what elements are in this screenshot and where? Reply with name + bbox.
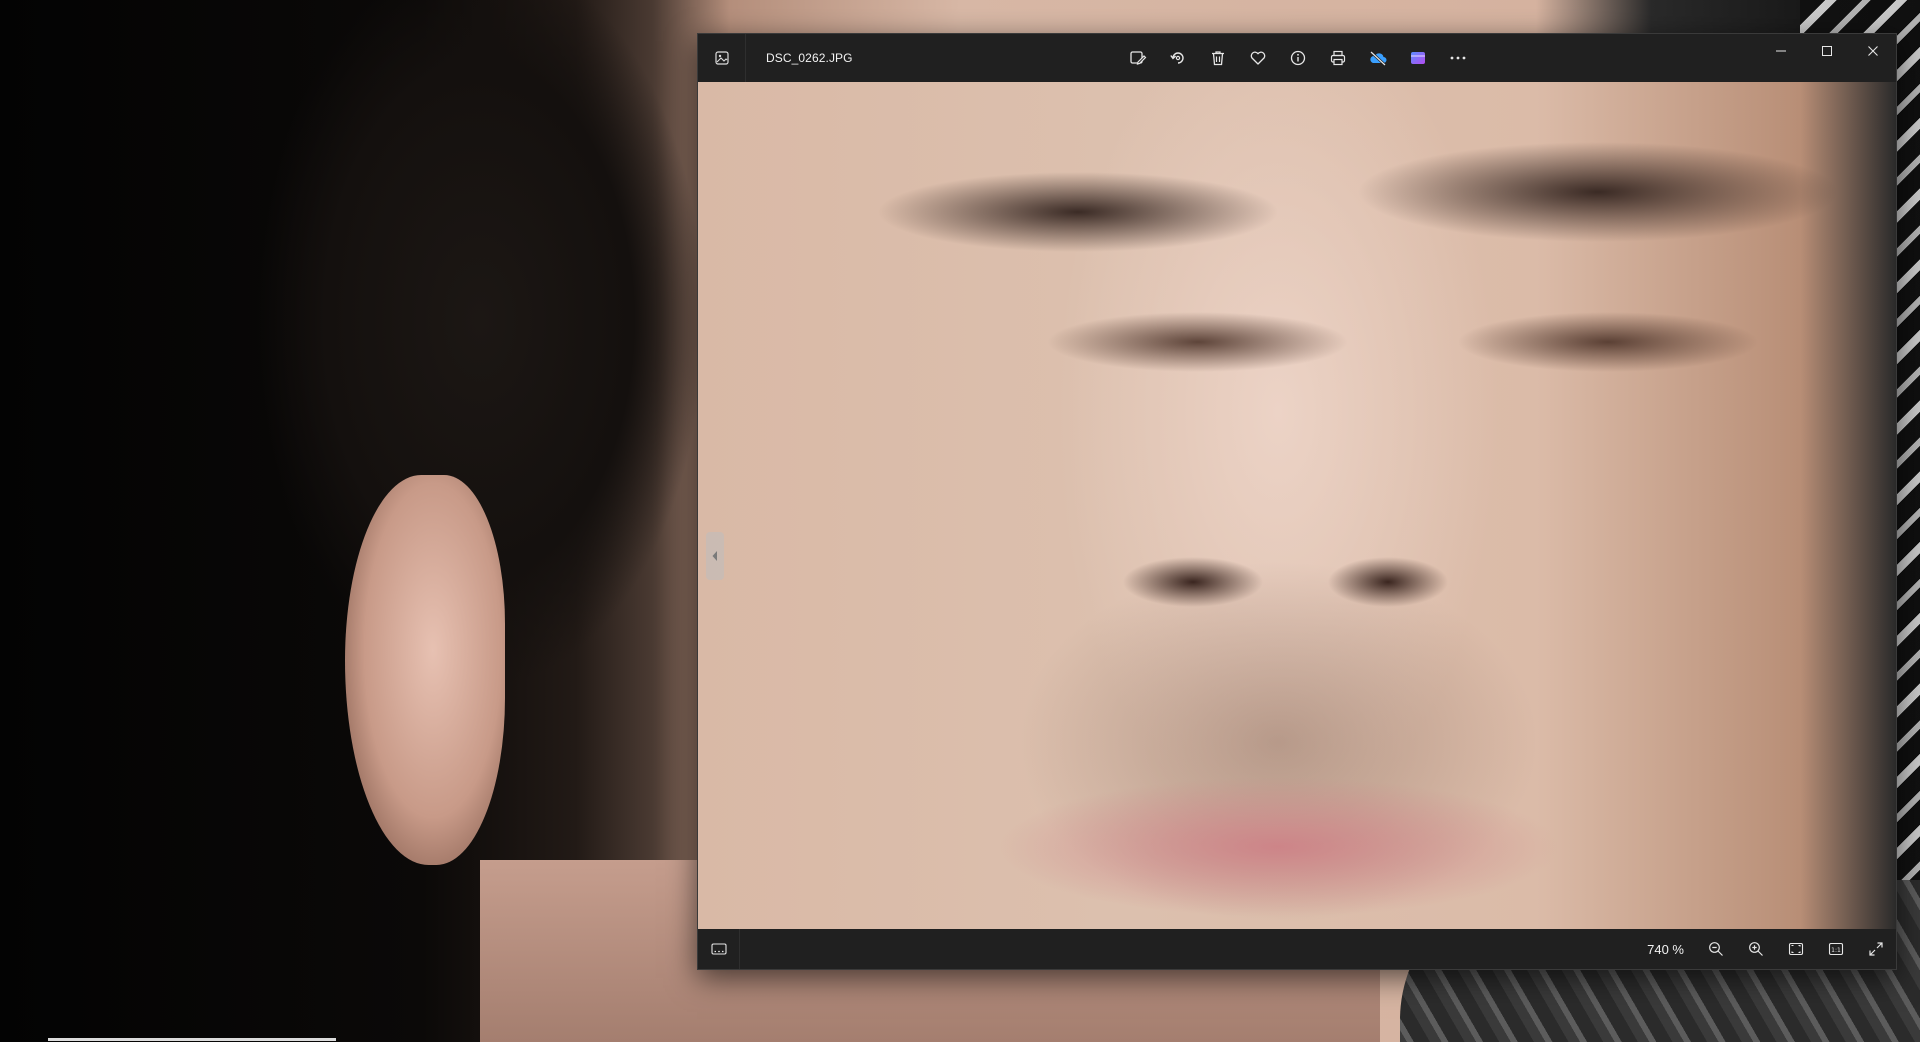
filmstrip-icon bbox=[710, 943, 727, 955]
minimize-icon bbox=[1776, 50, 1786, 52]
more-button[interactable] bbox=[1438, 38, 1478, 78]
delete-icon bbox=[1212, 51, 1224, 66]
rotate-button[interactable] bbox=[1158, 38, 1198, 78]
rotate-icon bbox=[1170, 52, 1184, 64]
title-bar: DSC_0262.JPG bbox=[698, 34, 1896, 82]
photo-canvas[interactable] bbox=[698, 82, 1896, 931]
favorite-button[interactable] bbox=[1238, 38, 1278, 78]
zoom-out-button[interactable] bbox=[1696, 929, 1736, 969]
onedrive-button[interactable] bbox=[1358, 38, 1398, 78]
edit-image-button[interactable] bbox=[1118, 38, 1158, 78]
expand-icon bbox=[1869, 942, 1883, 956]
fit-to-window-button[interactable] bbox=[1776, 929, 1816, 969]
photos-window: DSC_0262.JPG 740 % 1:1 bbox=[697, 33, 1897, 970]
filmstrip-button[interactable] bbox=[698, 929, 740, 969]
window-title: DSC_0262.JPG bbox=[766, 51, 853, 65]
onedrive-off-icon bbox=[1370, 51, 1387, 66]
chevron-left-icon bbox=[712, 551, 717, 561]
close-button[interactable] bbox=[1850, 34, 1896, 68]
full-screen-button[interactable] bbox=[1856, 929, 1896, 969]
delete-button[interactable] bbox=[1198, 38, 1238, 78]
zoom-out-icon bbox=[1709, 942, 1723, 956]
minimize-button[interactable] bbox=[1758, 34, 1804, 68]
fit-window-icon bbox=[1788, 942, 1804, 956]
close-icon bbox=[1868, 46, 1878, 56]
actual-size-button[interactable]: 1:1 bbox=[1816, 929, 1856, 969]
info-icon bbox=[1290, 50, 1306, 66]
heart-icon bbox=[1250, 51, 1266, 65]
photos-app-button[interactable] bbox=[698, 34, 746, 82]
info-button[interactable] bbox=[1278, 38, 1318, 78]
toolbar bbox=[1118, 34, 1478, 82]
zoom-in-icon bbox=[1749, 942, 1763, 956]
maximize-icon bbox=[1822, 46, 1832, 56]
window-controls bbox=[1758, 34, 1896, 82]
clipchamp-button[interactable] bbox=[1398, 38, 1438, 78]
svg-text:1:1: 1:1 bbox=[1831, 947, 1841, 954]
taskbar-indicator bbox=[48, 1038, 336, 1041]
edit-image-icon bbox=[1130, 51, 1147, 65]
clipchamp-icon bbox=[1411, 52, 1425, 64]
filmstrip-toggle-handle[interactable] bbox=[706, 532, 724, 580]
print-icon bbox=[1330, 50, 1346, 66]
zoom-level[interactable]: 740 % bbox=[1647, 942, 1684, 957]
actual-size-icon: 1:1 bbox=[1828, 942, 1844, 956]
maximize-button[interactable] bbox=[1804, 34, 1850, 68]
zoom-controls: 740 % 1:1 bbox=[1647, 929, 1896, 969]
print-button[interactable] bbox=[1318, 38, 1358, 78]
status-bar: 740 % 1:1 bbox=[698, 929, 1896, 969]
zoom-in-button[interactable] bbox=[1736, 929, 1776, 969]
more-icon bbox=[1450, 56, 1466, 60]
photos-app-icon bbox=[714, 51, 729, 65]
